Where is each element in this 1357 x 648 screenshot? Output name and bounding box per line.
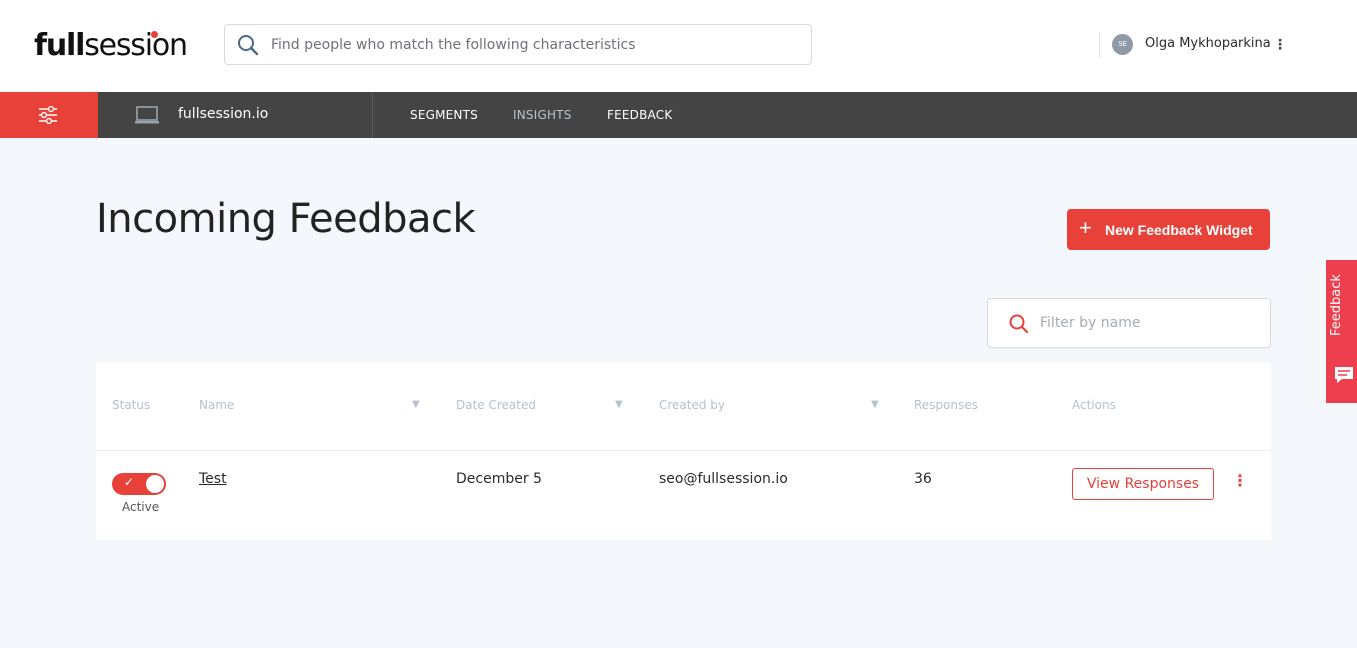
laptop-icon [135, 106, 159, 124]
logo-dot [151, 31, 158, 38]
sliders-icon [39, 105, 57, 125]
column-header-name[interactable]: Name [199, 398, 234, 412]
user-divider [1099, 32, 1100, 58]
page-title: Incoming Feedback [96, 196, 476, 242]
nav-divider [372, 92, 373, 138]
column-header-responses: Responses [914, 398, 978, 412]
column-header-date-created[interactable]: Date Created [456, 398, 536, 412]
feedback-table: Status Name ▼ Date Created ▼ Created by … [96, 363, 1271, 540]
view-responses-button[interactable]: View Responses [1072, 468, 1214, 500]
filter-by-name-input[interactable] [1040, 299, 1260, 347]
created-by-cell: seo@fullsession.io [659, 471, 788, 487]
date-created-cell: December 5 [456, 471, 542, 487]
check-icon: ✓ [124, 475, 135, 489]
logo-text-part-b: session [84, 28, 188, 63]
column-header-created-by[interactable]: Created by [659, 398, 725, 412]
top-header: fullsession SE Olga Mykhoparkina ⋮ [0, 0, 1357, 92]
widget-name-link[interactable]: Test [199, 471, 227, 487]
new-feedback-widget-button[interactable]: + New Feedback Widget [1067, 209, 1270, 250]
sort-date-icon[interactable]: ▼ [615, 399, 623, 410]
logo-text-part-a: full [34, 28, 85, 63]
feedback-side-tab[interactable]: Feedback [1326, 260, 1357, 403]
filter-by-name[interactable] [987, 298, 1271, 348]
avatar[interactable]: SE [1112, 34, 1133, 55]
search-icon [238, 35, 259, 56]
chat-icon [1335, 367, 1353, 383]
nav-feedback[interactable]: FEEDBACK [607, 108, 672, 122]
user-name[interactable]: Olga Mykhoparkina [1145, 36, 1271, 51]
site-selector[interactable]: fullsession.io [178, 106, 268, 122]
nav-segments[interactable]: SEGMENTS [410, 108, 478, 122]
people-search-input[interactable] [271, 25, 801, 64]
search-icon [1009, 314, 1029, 334]
row-more-icon[interactable]: ⋮ [1232, 471, 1248, 491]
fullsession-logo[interactable]: fullsession [34, 26, 188, 66]
user-menu-icon[interactable]: ⋮ [1272, 36, 1288, 54]
column-header-status: Status [112, 398, 151, 412]
feedback-tab-label: Feedback [1329, 274, 1344, 336]
status-label: Active [122, 500, 160, 514]
sort-created-by-icon[interactable]: ▼ [871, 399, 879, 410]
main-navbar: fullsession.io SEGMENTS INSIGHTS FEEDBAC… [0, 92, 1357, 138]
new-feedback-widget-label: New Feedback Widget [1105, 222, 1253, 238]
plus-icon: + [1079, 215, 1092, 240]
responses-cell: 36 [914, 471, 932, 487]
people-search[interactable] [224, 24, 812, 65]
toggle-knob [146, 475, 164, 493]
status-toggle[interactable]: ✓ [112, 473, 166, 495]
header-separator [96, 450, 1271, 451]
nav-insights[interactable]: INSIGHTS [513, 108, 572, 122]
filter-toggle-button[interactable] [0, 92, 98, 138]
column-header-actions: Actions [1072, 398, 1116, 412]
sort-name-icon[interactable]: ▼ [412, 399, 420, 410]
